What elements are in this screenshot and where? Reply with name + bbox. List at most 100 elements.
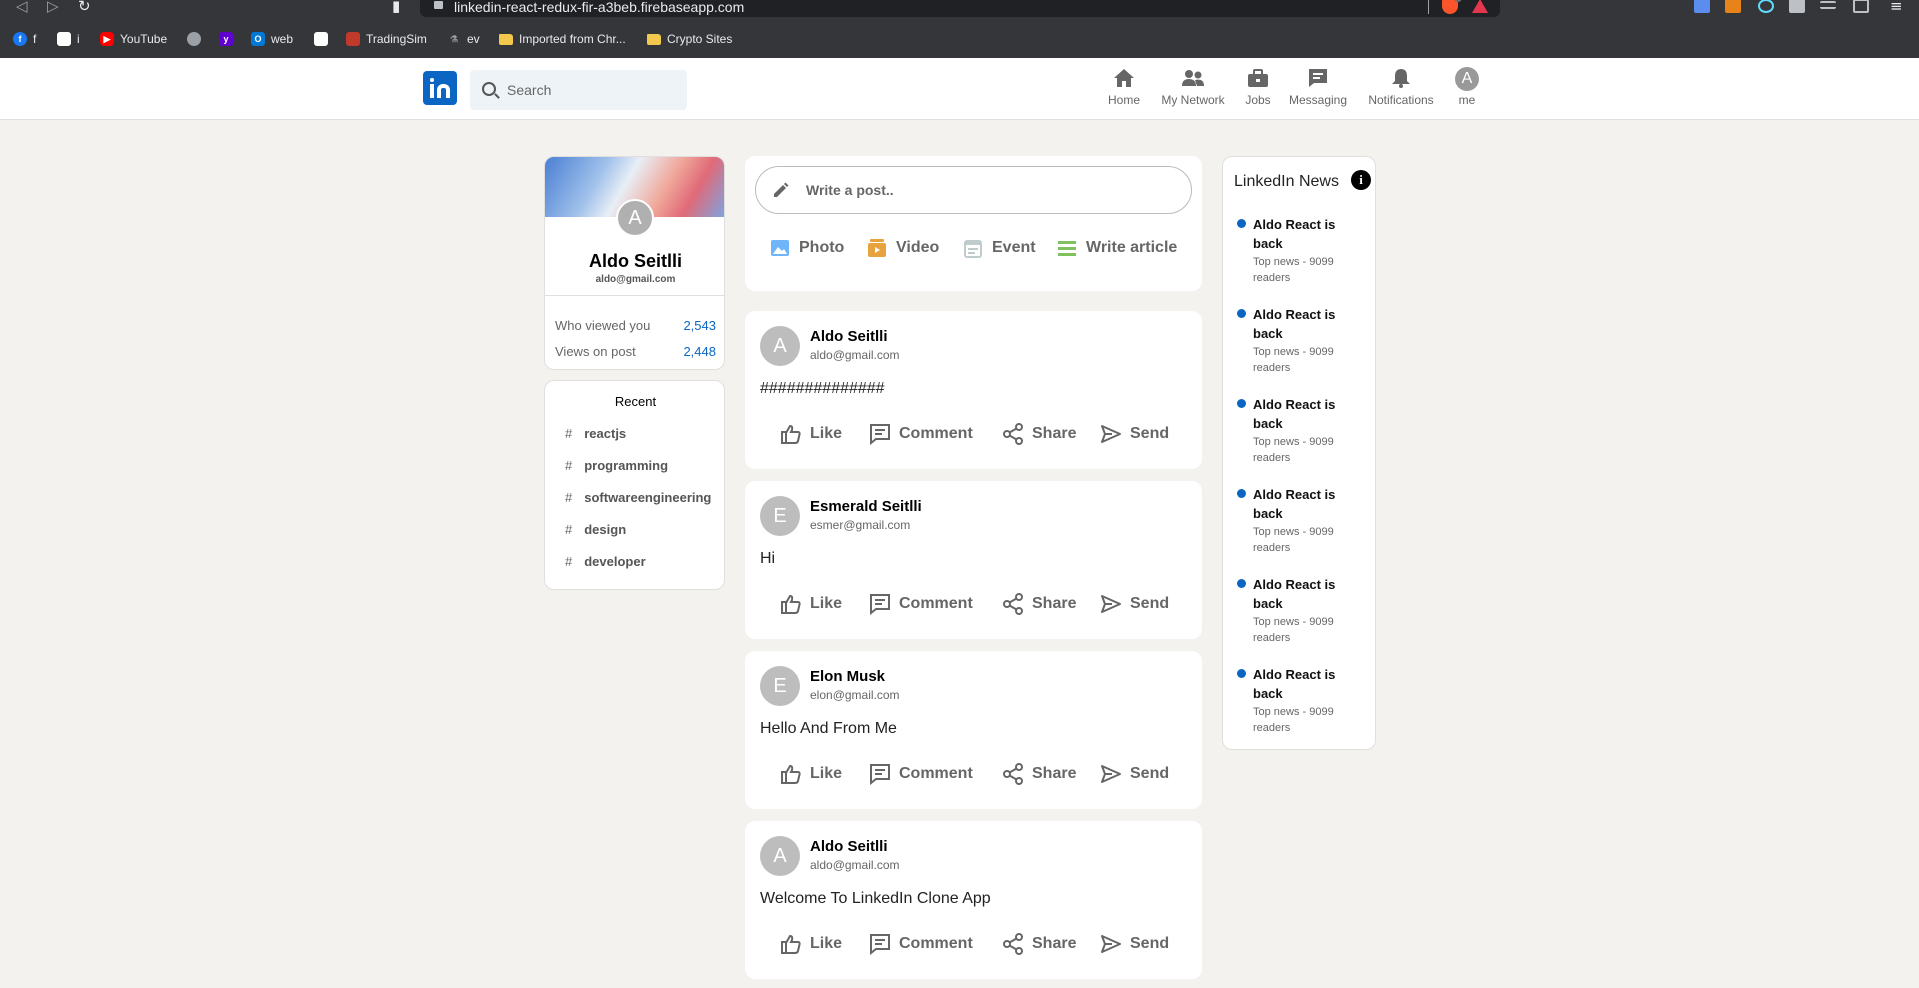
nav-me[interactable]: A me [1452,67,1482,107]
post-author-name[interactable]: Aldo Seitlli [810,838,888,855]
bookmark-item[interactable]: Oweb [251,30,293,48]
post-author-name[interactable]: Aldo Seitlli [810,328,888,345]
puzzle-icon[interactable] [1789,0,1805,13]
recent-item[interactable]: # programming [565,458,668,473]
nav-my-network[interactable]: My Network [1159,67,1227,107]
send-icon [1101,765,1121,783]
bookmark-item[interactable] [187,30,207,48]
nav-label: Home [1108,93,1141,107]
playlist-icon[interactable] [1820,1,1836,9]
share-button[interactable]: Share [1002,763,1076,785]
action-label: Like [810,425,843,442]
like-button[interactable]: Like [780,933,842,955]
metamask-icon[interactable] [1725,0,1741,13]
post-author-email: aldo@gmail.com [810,348,900,362]
info-icon[interactable]: i [1351,170,1371,190]
bookmark-item[interactable]: ⚗ ev [447,30,480,48]
bullet-icon [1237,309,1246,318]
post-author-name[interactable]: Elon Musk [810,668,885,685]
react-devtools-icon[interactable] [1758,0,1774,13]
post-author-name[interactable]: Esmerald Seitlli [810,498,922,515]
post-input-wrapper[interactable] [755,166,1192,214]
recent-label: developer [584,554,646,569]
write-article-button[interactable]: Write article [1057,238,1177,258]
nav-notifications[interactable]: Notifications [1366,67,1436,107]
action-label: Like [810,935,843,952]
like-button[interactable]: Like [780,593,842,615]
bookmark-item[interactable]: TradingSim [346,30,427,48]
avatar[interactable]: A [616,199,654,237]
article-icon [1058,241,1076,256]
recent-item[interactable]: # softwareengineering [565,490,711,505]
nav-home[interactable]: Home [1108,67,1140,107]
comment-button[interactable]: Comment [869,933,973,955]
comment-button[interactable]: Comment [869,423,973,445]
post-actions: Like Comment Share Send [745,593,1202,619]
post-card: A Aldo Seitlli aldo@gmail.com #############… [745,311,1202,469]
share-button[interactable]: Share [1002,423,1076,445]
post-input[interactable] [806,180,1176,200]
brave-shield-icon[interactable] [1442,0,1458,14]
send-button[interactable]: Send [1100,763,1169,785]
news-subtext: Top news - 9099 readers [1253,526,1334,554]
action-label: Share [1032,425,1077,442]
reload-icon[interactable]: ↻ [78,0,91,15]
like-button[interactable]: Like [780,763,842,785]
nav-messaging[interactable]: Messaging [1288,67,1348,107]
send-button[interactable]: Send [1100,593,1169,615]
event-button[interactable]: Event [963,238,1036,258]
search-bar[interactable] [470,70,687,110]
avatar[interactable]: A [760,836,800,876]
bookmark-item[interactable]: y [219,30,239,48]
share-button[interactable]: Share [1002,933,1076,955]
bookmark-label: YouTube [120,32,168,46]
back-icon[interactable]: ◁ [16,0,28,15]
forward-icon[interactable]: ▷ [47,0,59,15]
tradingsim-icon [346,32,360,46]
browser-toolbar: ◁ ▷ ↻ ▮ linkedin-react-redux-fir-a3beb.f… [0,0,1919,58]
brave-rewards-icon[interactable] [1472,0,1488,13]
bookmark-item[interactable]: ▶ YouTube [100,30,167,48]
news-subtext: Top news - 9099 readers [1253,706,1334,734]
send-button[interactable]: Send [1100,423,1169,445]
home-icon [1114,69,1134,87]
bookmark-folder[interactable]: Crypto Sites [647,30,732,48]
recent-label: softwareengineering [584,490,712,505]
stat-who-viewed[interactable]: Who viewed you 2,543 [555,318,716,333]
url-text[interactable]: linkedin-react-redux-fir-a3beb.firebasea… [454,0,744,14]
bookmark-item[interactable] [314,30,334,48]
address-bar[interactable]: linkedin-react-redux-fir-a3beb.firebasea… [420,0,1500,17]
comment-button[interactable]: Comment [869,763,973,785]
post-author-email: aldo@gmail.com [810,858,900,872]
wallet-icon[interactable] [1853,0,1869,13]
search-input[interactable] [507,79,677,101]
bookmark-label: ev [467,32,480,46]
recent-item[interactable]: # developer [565,554,646,569]
post-actions: Like Comment Share Send [745,763,1202,789]
avatar[interactable]: E [760,666,800,706]
send-button[interactable]: Send [1100,933,1169,955]
bookmark-star-icon[interactable]: ▮ [392,0,400,15]
bookmark-folder[interactable]: Imported from Chr... [499,30,626,48]
video-button[interactable]: Video [867,238,939,258]
comment-button[interactable]: Comment [869,593,973,615]
bookmark-item[interactable]: ff [13,30,36,48]
recent-item[interactable]: # design [565,522,626,537]
globe-icon [187,32,201,46]
menu-icon[interactable]: ≡ [1890,0,1903,15]
post-card: A Aldo Seitlli aldo@gmail.com Welcome To Li… [745,821,1202,979]
bookmarks-bar: ff i ▶ YouTube y Oweb TradingSim ⚗ ev Impo… [0,26,1919,52]
stat-views-on-post[interactable]: Views on post 2,448 [555,344,716,359]
share-button[interactable]: Share [1002,593,1076,615]
extension-icon[interactable] [1694,0,1710,13]
recent-item[interactable]: # reactjs [565,426,626,441]
nav-jobs[interactable]: Jobs [1244,67,1272,107]
photo-button[interactable]: Photo [770,238,844,258]
like-button[interactable]: Like [780,423,842,445]
yahoo-icon: y [219,32,233,46]
avatar[interactable]: E [760,496,800,536]
avatar[interactable]: A [760,326,800,366]
linkedin-logo-icon[interactable] [423,71,457,105]
outlook-icon: O [251,32,265,46]
bookmark-item[interactable]: i [57,30,80,48]
